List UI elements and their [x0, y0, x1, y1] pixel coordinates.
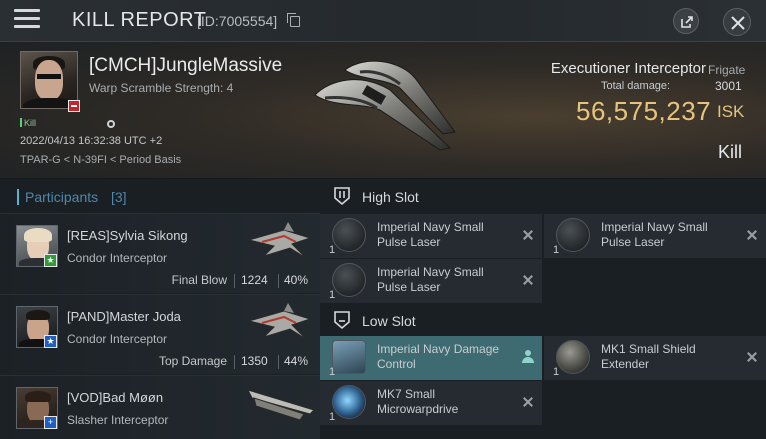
module-name: MK1 Small Shield Extender — [601, 342, 696, 371]
close-icon[interactable] — [523, 230, 533, 240]
participant-damage: 1224 — [241, 273, 268, 287]
title-bar: KILL REPORT [ID:7005554] — [0, 0, 766, 42]
fitting-panel: High Slot 1 Imperial Navy Small Pulse La… — [320, 179, 766, 439]
participant-role: Top Damage — [158, 354, 227, 368]
module-high-3[interactable]: 1 Imperial Navy Small Pulse Laser — [320, 259, 542, 303]
participant-ship: Condor Interceptor — [67, 251, 168, 265]
module-name: MK7 Small Microwarpdrive — [377, 387, 459, 416]
participant-name[interactable]: [PAND]Master Joda — [67, 309, 181, 324]
module-name: Imperial Navy Small Pulse Laser — [601, 220, 708, 249]
participant-percent: 40% — [284, 273, 309, 287]
module-qty: 1 — [329, 366, 336, 378]
module-qty: 1 — [329, 411, 336, 423]
module-qty: 1 — [329, 289, 336, 301]
participant-badge: + — [44, 416, 57, 429]
participant-name[interactable]: [REAS]Sylvia Sikong — [67, 228, 188, 243]
victim-ship-image — [314, 60, 456, 151]
participant-badge: ★ — [44, 335, 57, 348]
kill-summary: [CMCH]JungleMassive Warp Scramble Streng… — [0, 42, 766, 178]
low-slot-header: Low Slot — [320, 303, 766, 337]
module-high-1[interactable]: 1 Imperial Navy Small Pulse Laser — [320, 214, 542, 258]
pulse-laser-icon — [332, 218, 366, 252]
damage-control-icon — [332, 340, 366, 374]
participants-panel: Participants [3] ★ [REAS]Sylvia Sikong C… — [0, 179, 320, 439]
participant-row[interactable]: + [VOD]Bad Møøn Slasher Interceptor — [0, 375, 320, 439]
victim-name[interactable]: [CMCH]JungleMassive — [89, 55, 282, 77]
module-name: Imperial Navy Small Pulse Laser — [377, 265, 484, 294]
person-icon[interactable] — [522, 350, 534, 364]
microwarpdrive-icon — [332, 385, 366, 419]
module-low-3[interactable]: 1 MK7 Small Microwarpdrive — [320, 381, 542, 425]
kill-tag: Kill — [20, 118, 36, 128]
module-low-2[interactable]: 1 MK1 Small Shield Extender — [544, 336, 766, 380]
module-qty: 1 — [329, 244, 336, 256]
close-icon[interactable] — [747, 230, 757, 240]
high-slot-header: High Slot — [320, 179, 766, 213]
low-slot-icon — [334, 311, 350, 330]
isk-unit: ISK — [717, 102, 745, 121]
participants-header: Participants [3] — [0, 179, 320, 213]
close-icon[interactable] — [747, 352, 757, 362]
total-damage-value: 3001 — [715, 79, 742, 93]
participant-percent: 44% — [284, 354, 309, 368]
module-qty: 1 — [553, 366, 560, 378]
participant-ship: Condor Interceptor — [67, 332, 168, 346]
participant-ship-image — [247, 222, 312, 259]
share-button[interactable] — [673, 8, 699, 34]
share-icon — [681, 16, 693, 28]
kill-time: 2022/04/13 16:32:38 UTC +2 — [20, 135, 163, 147]
warp-scramble-strength: Warp Scramble Strength: 4 — [89, 81, 234, 95]
info-dot-icon — [107, 120, 115, 128]
total-damage-label: Total damage: — [601, 80, 671, 92]
participant-role: Final Blow — [171, 273, 227, 287]
close-button[interactable] — [723, 8, 751, 36]
participant-name[interactable]: [VOD]Bad Møøn — [67, 390, 163, 405]
module-name: Imperial Navy Damage Control — [377, 342, 500, 371]
result-label: Kill — [718, 142, 743, 162]
high-slot-title: High Slot — [362, 189, 419, 205]
module-low-1[interactable]: 1 Imperial Navy Damage Control — [320, 336, 542, 380]
kill-id: [ID:7005554] — [197, 13, 278, 29]
shield-extender-icon — [556, 340, 590, 374]
participant-ship-image — [247, 303, 312, 340]
low-slot-title: Low Slot — [362, 313, 416, 329]
isk-value: 56,575,237 — [576, 96, 712, 126]
high-slot-icon — [334, 187, 350, 206]
victim-ship-name[interactable]: Executioner Interceptor — [551, 60, 706, 77]
kill-location[interactable]: TPAR-G < N-39FI < Period Basis — [20, 154, 181, 166]
victim-ship-class: Frigate — [708, 63, 746, 77]
module-high-2[interactable]: 1 Imperial Navy Small Pulse Laser — [544, 214, 766, 258]
close-icon[interactable] — [523, 275, 533, 285]
participant-badge: ★ — [44, 254, 57, 267]
participant-row[interactable]: ★ [REAS]Sylvia Sikong Condor Interceptor… — [0, 213, 320, 293]
participants-count: [3] — [111, 189, 127, 205]
close-icon[interactable] — [523, 397, 533, 407]
module-name: Imperial Navy Small Pulse Laser — [377, 220, 484, 249]
standing-badge — [68, 100, 80, 112]
participant-row[interactable]: ★ [PAND]Master Joda Condor Interceptor T… — [0, 294, 320, 374]
participant-ship: Slasher Interceptor — [67, 413, 169, 427]
pulse-laser-icon — [332, 263, 366, 297]
module-qty: 1 — [553, 244, 560, 256]
participant-ship-image — [247, 389, 315, 421]
participant-damage: 1350 — [241, 354, 268, 368]
page-title: KILL REPORT — [72, 9, 207, 31]
copy-icon[interactable] — [287, 13, 300, 27]
hamburger-menu-icon[interactable] — [14, 9, 40, 31]
close-icon — [731, 16, 745, 30]
participants-label: Participants — [25, 189, 99, 205]
pulse-laser-icon — [556, 218, 590, 252]
